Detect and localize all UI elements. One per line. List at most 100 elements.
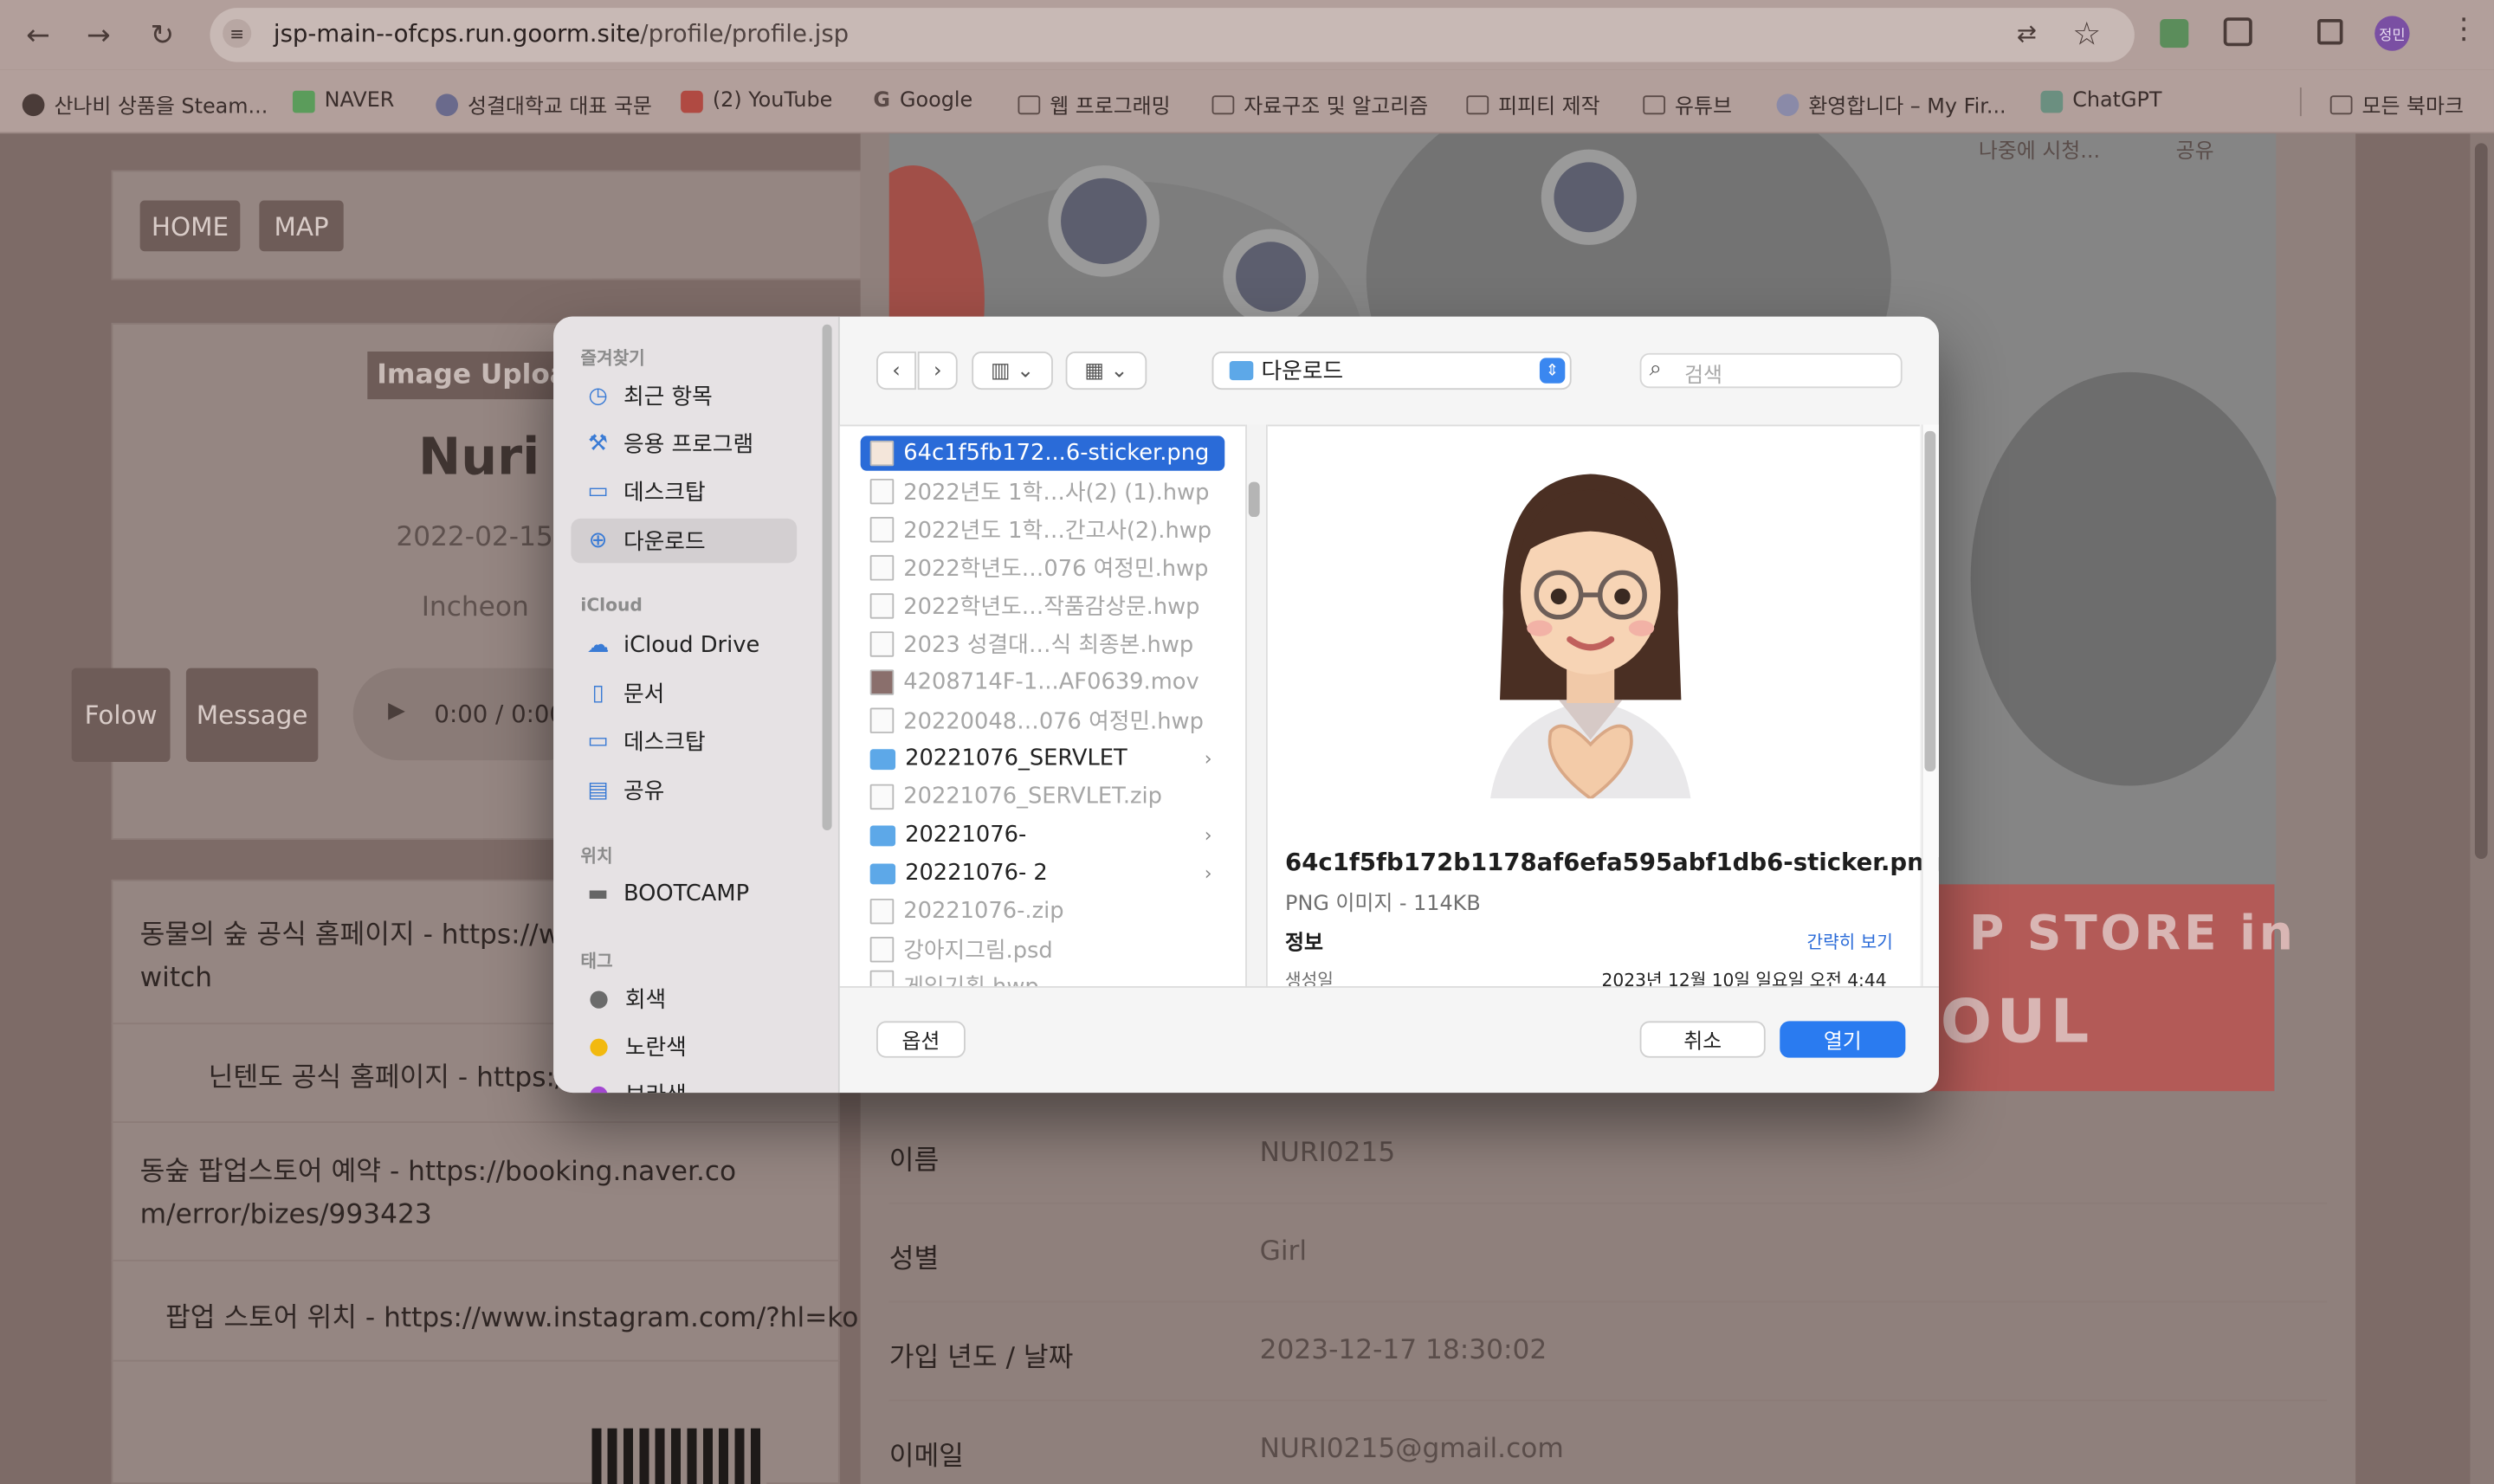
- folder-icon: [869, 862, 896, 884]
- chevron-right-icon: ›: [933, 358, 942, 383]
- options-button[interactable]: 옵션: [876, 1021, 966, 1058]
- bookmark-folder-ds[interactable]: 자료구조 및 알고리즘: [1211, 89, 1428, 119]
- file-item[interactable]: 2022년도 1학…간고사(2).hwp: [861, 513, 1225, 547]
- file-item[interactable]: 20221076_SERVLET.zip: [861, 779, 1225, 814]
- location-label: 다운로드: [1261, 359, 1344, 385]
- preview-scrollbar-thumb[interactable]: [1924, 430, 1936, 771]
- search-input[interactable]: [1639, 352, 1903, 389]
- document-file-icon: [869, 517, 895, 543]
- download-icon: ⊕: [588, 527, 608, 554]
- view-grid-button[interactable]: ▦ ⌄: [1065, 351, 1147, 390]
- bookmark-folder-ppt[interactable]: 피피티 제작: [1466, 89, 1600, 119]
- sidebar-scrollbar[interactable]: [822, 324, 832, 830]
- sidebar-tag-gray[interactable]: 회색: [571, 977, 797, 1021]
- profile-avatar[interactable]: 정민: [2374, 16, 2410, 51]
- map-button[interactable]: MAP: [259, 200, 344, 252]
- bookmark-star-icon[interactable]: ☆: [2072, 15, 2101, 53]
- folder-item[interactable]: 20221076- ›: [861, 817, 1225, 852]
- site-info-icon[interactable]: ≡: [223, 19, 252, 48]
- hero-shape: [1970, 371, 2277, 786]
- tag-dot-icon: [590, 990, 608, 1008]
- show-less-link[interactable]: 간략히 보기: [1806, 929, 1892, 954]
- view-columns-button[interactable]: ▥ ⌄: [972, 351, 1053, 390]
- url-text: jsp-main--ofcps.run.goorm.site/profile/p…: [273, 19, 850, 48]
- bookmark-folder-web[interactable]: 웹 프로그래밍: [1018, 89, 1171, 119]
- page-scrollbar-thumb[interactable]: [2474, 143, 2488, 860]
- image-upload-label[interactable]: Image Upload: [367, 351, 575, 400]
- bookmark-folder-youtube[interactable]: 유튜브: [1643, 89, 1732, 119]
- sidebar-item-documents[interactable]: ▯ 문서: [571, 671, 797, 715]
- folder-item[interactable]: 20221076_SERVLET ›: [861, 741, 1225, 776]
- link-item[interactable]: 팝업 스토어 위치 - https://www.instagram.com/?h…: [165, 1294, 858, 1335]
- bookmark-youtube[interactable]: (2) YouTube: [681, 89, 832, 113]
- sidebar-item-bootcamp[interactable]: ▬ BOOTCAMP: [571, 872, 797, 916]
- shared-folder-icon: ▤: [587, 777, 609, 803]
- play-icon[interactable]: ▶: [388, 698, 405, 723]
- bookmark-naver[interactable]: NAVER: [292, 89, 394, 113]
- preview-info-label: 정보: [1285, 932, 1323, 957]
- file-item[interactable]: 4208714F-1...AF0639.mov: [861, 665, 1225, 700]
- file-item[interactable]: 2022년도 1학…사(2) (1).hwp: [861, 474, 1225, 508]
- bookmark-chatgpt[interactable]: ChatGPT: [2040, 89, 2162, 113]
- bookmark-steam[interactable]: 산나비 상품을 Steam...: [22, 89, 268, 119]
- divider: [888, 1300, 2328, 1303]
- file-item[interactable]: 2023 성결대…식 최종본.hwp: [861, 627, 1225, 661]
- extension-sheets-icon[interactable]: [2160, 19, 2189, 48]
- divider: [888, 1202, 2328, 1204]
- updown-chevron-icon[interactable]: ⇕: [1539, 358, 1566, 384]
- sidebar-item-desktop[interactable]: ▭ 데스크탑: [571, 469, 797, 513]
- info-label-gender: 성별: [888, 1243, 940, 1276]
- translate-icon[interactable]: ⇄: [2017, 19, 2037, 48]
- forward-icon[interactable]: →: [78, 15, 120, 56]
- folder-item[interactable]: 20221076- 2 ›: [861, 855, 1225, 890]
- dialog-sidebar: 즐겨찾기 ◷ 최근 항목 ⚒ 응용 프로그램 ▭ 데스크탑 ⊕ 다운로드 iCloud …: [553, 316, 840, 1094]
- back-icon[interactable]: ←: [17, 15, 59, 56]
- message-button[interactable]: Message: [185, 668, 319, 762]
- cancel-button[interactable]: 취소: [1639, 1021, 1766, 1058]
- naver-icon: [292, 89, 315, 113]
- search-icon: ⌕: [1649, 356, 1663, 382]
- side-panel-icon[interactable]: [2317, 19, 2343, 45]
- columns-view-icon: ▥ ⌄: [990, 358, 1035, 383]
- document-file-icon: [869, 555, 895, 581]
- extensions-icon[interactable]: [2223, 17, 2252, 47]
- file-item[interactable]: 2022학년도…076 여정민.hwp: [861, 551, 1225, 585]
- document-file-icon: [869, 631, 895, 657]
- sidebar-item-downloads[interactable]: ⊕ 다운로드: [571, 518, 798, 564]
- chatgpt-icon: [2040, 89, 2064, 113]
- bookmark-firebase[interactable]: 환영합니다 – My Fir...: [1776, 89, 2006, 119]
- file-list-scrollbar[interactable]: [1248, 481, 1260, 518]
- file-item[interactable]: 강아지그림.psd: [861, 932, 1225, 967]
- info-value-name: NURI0215: [1259, 1137, 1396, 1170]
- sidebar-tag-purple[interactable]: 보라색: [571, 1072, 797, 1094]
- file-item[interactable]: 게임기획.hwp: [861, 970, 1225, 988]
- file-item[interactable]: 20220048…076 여정민.hwp: [861, 703, 1225, 738]
- back-nav-button[interactable]: ‹: [876, 351, 916, 390]
- info-label-name: 이름: [888, 1145, 940, 1178]
- hero-shape: [1048, 165, 1160, 277]
- sidebar-item-icloud-desktop[interactable]: ▭ 데스크탑: [571, 719, 797, 763]
- sidebar-tag-yellow[interactable]: 노란색: [571, 1024, 797, 1068]
- divider: [888, 1399, 2328, 1402]
- bookmark-university[interactable]: 성결대학교 대표 국문: [436, 89, 652, 119]
- sidebar-item-shared[interactable]: ▤ 공유: [571, 768, 797, 812]
- tag-dot-icon: [590, 1037, 608, 1055]
- open-button[interactable]: 열기: [1780, 1021, 1906, 1058]
- follow-button[interactable]: Folow: [71, 668, 171, 762]
- sidebar-item-recents[interactable]: ◷ 최근 항목: [571, 374, 797, 418]
- file-item[interactable]: 20221076-.zip: [861, 894, 1225, 928]
- home-button[interactable]: HOME: [139, 200, 241, 252]
- bookmark-google[interactable]: G Google: [873, 89, 972, 113]
- sidebar-item-applications[interactable]: ⚒ 응용 프로그램: [571, 422, 797, 466]
- menu-kebab-icon[interactable]: ⋮: [2450, 13, 2478, 47]
- reload-icon[interactable]: ↻: [141, 15, 183, 56]
- forward-nav-button[interactable]: ›: [917, 351, 958, 390]
- file-item[interactable]: 64c1f5fb172...6-sticker.png: [860, 436, 1225, 471]
- preview-pane: 64c1f5fb172b1178af6efa595abf1db6-sticker…: [1267, 424, 1939, 991]
- sidebar-item-icloud-drive[interactable]: ☁ iCloud Drive: [571, 623, 797, 668]
- file-item[interactable]: 2022학년도…작품감상문.hwp: [861, 589, 1225, 623]
- all-bookmarks[interactable]: 모든 북마크: [2329, 89, 2464, 119]
- link-item[interactable]: 동숲 팝업스토어 예약 - https://booking.naver.com/…: [140, 1152, 760, 1237]
- screen: ← → ↻ ≡ jsp-main--ofcps.run.goorm.site/p…: [0, 0, 2494, 1484]
- link-item[interactable]: 닌텐도 공식 홈페이지 - https://: [209, 1055, 573, 1094]
